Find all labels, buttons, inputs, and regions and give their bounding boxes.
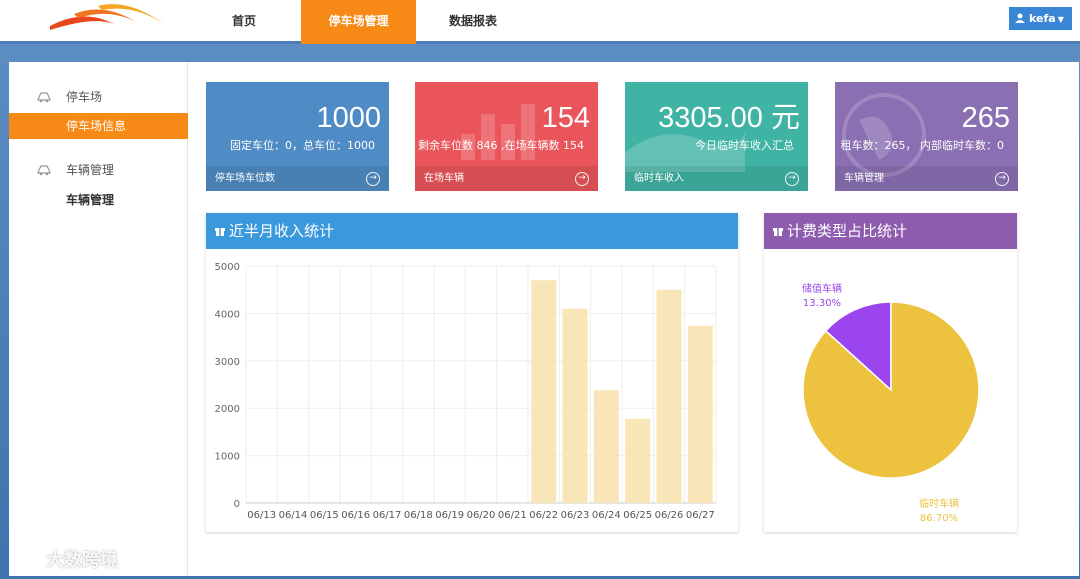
x-tick-label: 06/23 <box>561 510 590 521</box>
sidebar-item-vehicle-management[interactable]: 车辆管理 <box>9 187 188 213</box>
stat-description: 租车数：265， 内部临时车数：0 <box>840 139 1005 152</box>
x-tick-label: 06/15 <box>310 510 339 521</box>
x-tick-label: 06/13 <box>247 510 276 521</box>
panel-title: 计费类型占比统计 <box>787 222 908 240</box>
y-tick-label: 1000 <box>215 452 240 463</box>
bar[interactable] <box>531 280 557 503</box>
y-tick-label: 5000 <box>215 262 240 273</box>
stat-card-parking-spaces[interactable]: 1000 固定车位：0，总车位：1000 停车场车位数 → <box>206 82 389 191</box>
x-tick-label: 06/19 <box>435 510 464 521</box>
x-tick-label: 06/24 <box>592 510 621 521</box>
x-tick-label: 06/27 <box>686 510 715 521</box>
nav-parking-management[interactable]: 停车场管理 <box>301 0 416 44</box>
y-tick-label: 2000 <box>215 404 240 415</box>
x-tick-label: 06/22 <box>529 510 558 521</box>
income-chart-panel: 近半月收入统计 0 1000 2000 3000 4000 5000 06/13 06/14 0… <box>206 213 738 532</box>
nav-home[interactable]: 首页 <box>216 0 272 44</box>
income-bar-chart: 01000200030004000500006/13 06/14 06/15 06/1… <box>215 262 717 521</box>
stat-description: 今日临时车收入汇总 <box>695 139 794 152</box>
bar[interactable] <box>656 289 682 503</box>
x-tick-label: 06/25 <box>623 510 652 521</box>
watermark-logo-icon <box>10 553 40 568</box>
watermark: 大数跨境 <box>10 546 118 572</box>
sidebar-group-parking[interactable]: 停车场 <box>9 86 188 108</box>
billing-type-panel: 计费类型占比统计 储值车辆 13.30% 临时车辆 86.70% <box>764 213 1017 532</box>
top-navbar: 首页 停车场管理 数据报表 kefa ▼ <box>0 0 1080 44</box>
bar[interactable] <box>687 325 713 503</box>
y-tick-label: 4000 <box>215 309 240 320</box>
x-tick-label: 06/18 <box>404 510 433 521</box>
x-tick-label: 06/16 <box>341 510 370 521</box>
sidebar-group-vehicles[interactable]: 车辆管理 <box>9 159 188 181</box>
x-tick-label: 06/26 <box>655 510 684 521</box>
x-tick-label: 06/20 <box>467 510 496 521</box>
sidebar-group-label: 停车场 <box>66 90 103 104</box>
x-tick-label: 06/14 <box>279 510 308 521</box>
arrow-right-icon[interactable]: → <box>785 172 799 186</box>
panel-title: 近半月收入统计 <box>229 222 335 240</box>
nav-data-reports[interactable]: 数据报表 <box>440 0 506 44</box>
y-tick-label: 0 <box>234 499 240 510</box>
car-icon <box>37 92 51 103</box>
stat-footer-link[interactable]: 停车场车位数 <box>206 166 389 191</box>
stat-card-vehicles-present[interactable]: 154 剩余车位数 846 ,在场车辆数 154 在场车辆 → <box>415 82 598 191</box>
arrow-right-icon[interactable]: → <box>575 172 589 186</box>
user-icon <box>1015 13 1025 23</box>
stat-card-vehicle-management[interactable]: 265 租车数：265， 内部临时车数：0 车辆管理 → <box>835 82 1018 191</box>
user-menu-button[interactable]: kefa ▼ <box>1009 7 1072 30</box>
y-tick-label: 3000 <box>215 357 240 368</box>
bar[interactable] <box>593 390 619 503</box>
income-panel-header: 近半月收入统计 <box>206 213 738 249</box>
stat-value: 265 <box>961 102 1010 134</box>
arrow-right-icon[interactable]: → <box>995 172 1009 186</box>
stat-value: 3305.00 元 <box>658 102 800 134</box>
stat-footer-link[interactable]: 车辆管理 <box>835 166 1018 191</box>
bar[interactable] <box>625 418 651 503</box>
watermark-text: 大数跨境 <box>46 550 118 571</box>
gift-icon <box>215 228 225 236</box>
stat-value: 1000 <box>316 102 381 134</box>
chevron-down-icon: ▼ <box>1057 15 1064 24</box>
pie-panel-header: 计费类型占比统计 <box>764 213 1017 249</box>
sidebar-group-label: 车辆管理 <box>66 163 115 177</box>
stat-card-temporary-income[interactable]: 3305.00 元 今日临时车收入汇总 临时车收入 → <box>625 82 808 191</box>
brand-logo[interactable] <box>44 0 168 40</box>
pie-percent-label: 86.70% <box>920 513 958 524</box>
stat-footer-link[interactable]: 临时车收入 <box>625 166 808 191</box>
user-name: kefa <box>1029 12 1056 25</box>
sidebar: 停车场 停车场信息 车辆管理 车辆管理 <box>9 62 188 576</box>
sidebar-item-parking-info[interactable]: 停车场信息 <box>9 113 188 139</box>
stat-description: 固定车位：0，总车位：1000 <box>230 139 375 152</box>
billing-type-pie-chart: 储值车辆 13.30% 临时车辆 86.70% <box>802 282 980 524</box>
x-tick-label: 06/17 <box>373 510 402 521</box>
arrow-right-icon[interactable]: → <box>366 172 380 186</box>
pie-label: 临时车辆 <box>919 497 959 510</box>
bar[interactable] <box>562 308 588 503</box>
x-tick-label: 06/21 <box>498 510 527 521</box>
stat-footer-link[interactable]: 在场车辆 <box>415 166 598 191</box>
pie-label: 储值车辆 <box>802 282 842 295</box>
stat-value: 154 <box>541 102 590 134</box>
stat-description: 剩余车位数 846 ,在场车辆数 154 <box>418 139 584 152</box>
pie-percent-label: 13.30% <box>803 298 841 309</box>
car-icon <box>37 165 51 176</box>
gift-icon <box>773 228 783 236</box>
